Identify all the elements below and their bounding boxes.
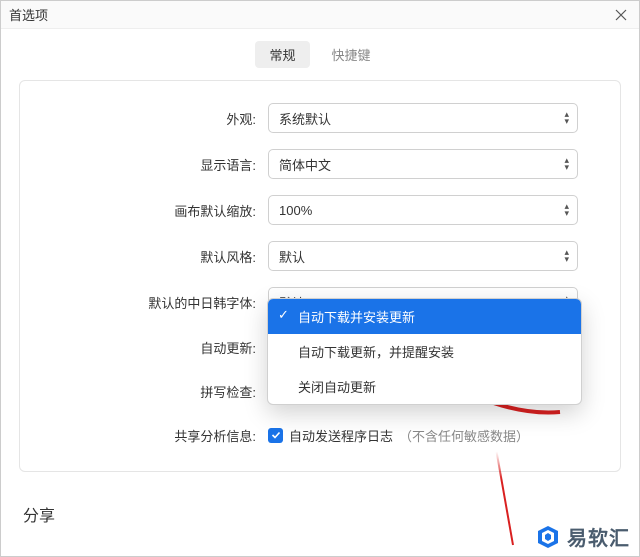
- tab-general[interactable]: 常规: [255, 41, 309, 68]
- select-language[interactable]: 简体中文 ▴▾: [268, 149, 578, 179]
- label-cjk-font: 默认的中日韩字体:: [38, 293, 268, 312]
- select-default-style[interactable]: 默认 ▴▾: [268, 241, 578, 271]
- tab-shortcuts[interactable]: 快捷键: [318, 41, 385, 68]
- updown-icon: ▴▾: [564, 203, 569, 217]
- auto-update-option-download-install[interactable]: ✓ 自动下载并安装更新: [268, 299, 581, 334]
- preferences-window: 首选项 常规 快捷键 外观: 系统默认 ▴▾ 显示语言:: [0, 0, 640, 557]
- auto-update-option-disable[interactable]: 关闭自动更新: [268, 369, 581, 404]
- row-language: 显示语言: 简体中文 ▴▾: [38, 149, 602, 179]
- watermark-text: 易软汇: [567, 522, 630, 551]
- window-title: 首选项: [9, 5, 48, 24]
- updown-icon: ▴▾: [564, 157, 569, 171]
- analytics-checkbox-label: 自动发送程序日志: [289, 426, 393, 445]
- label-spell-check: 拼写检查:: [38, 382, 268, 401]
- analytics-hint: （不含任何敏感数据）: [399, 426, 529, 445]
- option-label: 关闭自动更新: [298, 380, 376, 395]
- label-canvas-zoom: 画布默认缩放:: [38, 201, 268, 220]
- settings-panel: 外观: 系统默认 ▴▾ 显示语言: 简体中文 ▴▾: [19, 80, 621, 472]
- titlebar: 首选项: [1, 1, 639, 29]
- share-section-title: 分享: [19, 492, 621, 536]
- tabs: 常规 快捷键: [1, 29, 639, 80]
- auto-update-dropdown: ✓ 自动下载并安装更新 自动下载更新，并提醒安装 关闭自动更新: [267, 298, 582, 405]
- content-area: 外观: 系统默认 ▴▾ 显示语言: 简体中文 ▴▾: [1, 80, 639, 556]
- select-default-style-value: 默认: [279, 247, 305, 266]
- select-appearance-value: 系统默认: [279, 109, 331, 128]
- select-canvas-zoom-value: 100%: [279, 203, 312, 218]
- check-icon: [271, 430, 281, 440]
- check-icon: ✓: [278, 307, 289, 323]
- row-analytics: 共享分析信息: 自动发送程序日志 （不含任何敏感数据）: [38, 421, 602, 449]
- analytics-checkbox-row: 自动发送程序日志 （不含任何敏感数据）: [268, 426, 578, 445]
- auto-update-option-download-remind[interactable]: 自动下载更新，并提醒安装: [268, 334, 581, 369]
- option-label: 自动下载更新，并提醒安装: [298, 345, 454, 360]
- option-label: 自动下载并安装更新: [298, 310, 415, 325]
- updown-icon: ▴▾: [564, 249, 569, 263]
- updown-icon: ▴▾: [564, 111, 569, 125]
- select-language-value: 简体中文: [279, 155, 331, 174]
- label-default-style: 默认风格:: [38, 247, 268, 266]
- label-language: 显示语言:: [38, 155, 268, 174]
- watermark: 易软汇: [535, 522, 630, 551]
- label-analytics: 共享分析信息:: [38, 426, 268, 445]
- select-appearance[interactable]: 系统默认 ▴▾: [268, 103, 578, 133]
- watermark-logo-icon: [535, 524, 561, 550]
- label-auto-update: 自动更新:: [38, 338, 268, 357]
- row-canvas-zoom: 画布默认缩放: 100% ▴▾: [38, 195, 602, 225]
- select-canvas-zoom[interactable]: 100% ▴▾: [268, 195, 578, 225]
- row-default-style: 默认风格: 默认 ▴▾: [38, 241, 602, 271]
- close-button[interactable]: [611, 5, 631, 25]
- close-icon: [615, 9, 627, 21]
- label-appearance: 外观:: [38, 109, 268, 128]
- row-appearance: 外观: 系统默认 ▴▾: [38, 103, 602, 133]
- analytics-checkbox[interactable]: [268, 428, 283, 443]
